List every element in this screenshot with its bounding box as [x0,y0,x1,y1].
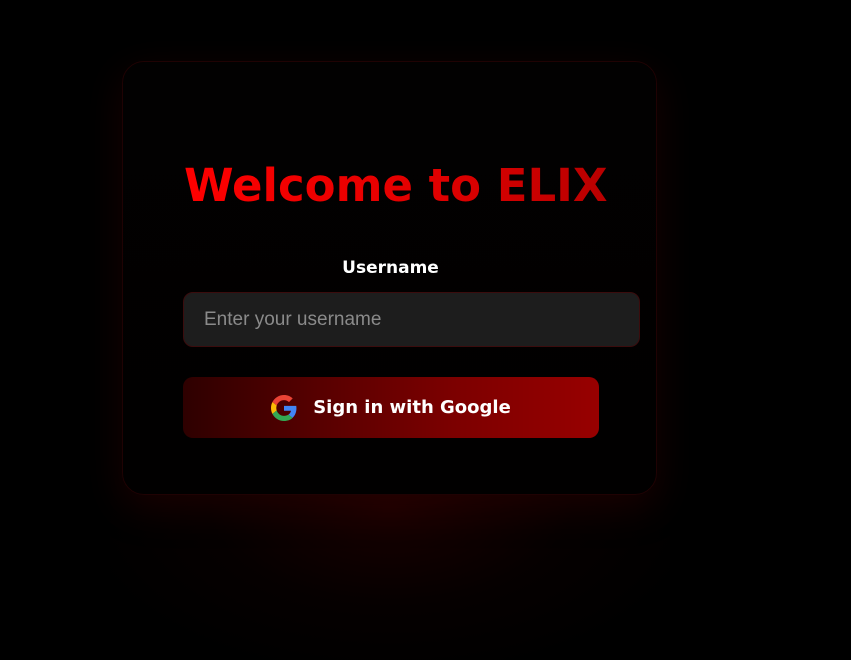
login-card: Welcome to ELIX Username Sign in with Go… [122,61,657,495]
page: Welcome to ELIX Username Sign in with Go… [0,0,851,660]
username-input[interactable] [183,292,640,347]
card-reflection-glow [110,470,670,660]
page-title: Welcome to ELIX [184,159,608,212]
google-sign-in-label: Sign in with Google [313,396,511,418]
username-label: Username [342,258,439,278]
google-icon [271,394,297,421]
google-sign-in-button[interactable]: Sign in with Google [183,377,599,438]
